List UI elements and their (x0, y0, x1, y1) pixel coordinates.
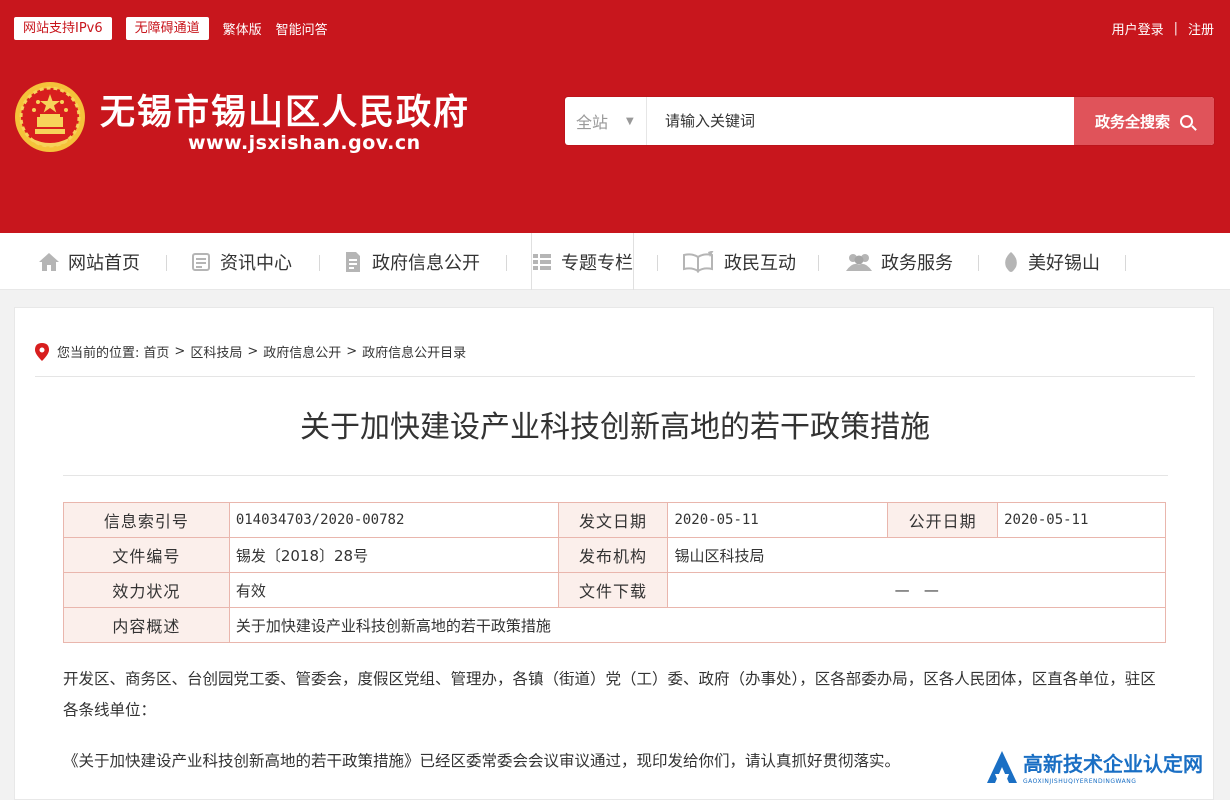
meta-value: 014034703/2020-00782 (228, 502, 559, 538)
meta-label: 文件下载 (557, 572, 669, 608)
news-icon (190, 251, 212, 273)
breadcrumb-arrow: > (174, 344, 186, 359)
nav-divider (1125, 255, 1126, 271)
breadcrumb-catalog[interactable]: 政府信息公开目录 (362, 342, 466, 361)
nav-item-xishan[interactable]: 美好锡山 (1002, 233, 1100, 290)
nav-label: 政民互动 (724, 252, 796, 274)
breadcrumb-divider (35, 376, 1195, 377)
nav-item-interaction[interactable]: 政民互动 (682, 233, 796, 290)
topbar-left: 网站支持IPv6 无障碍通道 繁体版 智能问答 (14, 17, 342, 40)
site-url: www.jsxishan.gov.cn (188, 132, 421, 154)
nav-item-gov-info[interactable]: 政府信息公开 (342, 233, 480, 290)
meta-label: 内容概述 (63, 607, 230, 643)
register-link[interactable]: 注册 (1188, 19, 1214, 38)
nav-label: 政府信息公开 (372, 252, 480, 274)
search-bar: 全站 ▼ 政务全搜索 (565, 97, 1214, 145)
traditional-chinese-link[interactable]: 繁体版 (223, 19, 262, 38)
page-title: 关于加快建设产业科技创新高地的若干政策措施 (300, 410, 930, 445)
breadcrumb-tech-bureau[interactable]: 区科技局 (190, 342, 242, 361)
topbar-right: 用户登录 | 注册 (1112, 19, 1214, 38)
caret-down-icon: ▼ (626, 115, 634, 127)
nav-item-home[interactable]: 网站首页 (38, 233, 140, 290)
breadcrumb-home[interactable]: 首页 (143, 342, 169, 361)
search-button-label: 政务全搜索 (1094, 112, 1170, 131)
home-icon (38, 251, 60, 273)
content-panel: 您当前的位置: 首页 > 区科技局 > 政府信息公开 > 政府信息公开目录 关于… (14, 307, 1214, 800)
nav-item-news[interactable]: 资讯中心 (190, 233, 292, 290)
nav-active-highlight (531, 233, 634, 290)
meta-value: 锡发〔2018〕28号 (228, 537, 559, 573)
meta-value: 锡山区科技局 (667, 537, 1166, 573)
ipv6-badge[interactable]: 网站支持IPv6 (14, 17, 112, 40)
search-button[interactable]: 政务全搜索 (1074, 97, 1214, 145)
table-row: 内容概述 关于加快建设产业科技创新高地的若干政策措施 (63, 607, 1167, 643)
nav-divider (506, 255, 507, 271)
nav-label: 政务服务 (881, 252, 953, 274)
location-pin-icon (35, 342, 49, 361)
watermark-text: 高新技术企业认定网 GAOXINJISHUQIYERENDINGWANG (1023, 748, 1203, 785)
meta-label: 公开日期 (887, 502, 999, 538)
smart-qa-link[interactable]: 智能问答 (276, 19, 328, 38)
meta-value: 有效 (228, 572, 559, 608)
table-row: 效力状况 有效 文件下载 — — (63, 572, 1166, 608)
site-name[interactable]: 无锡市锡山区人民政府 (100, 84, 470, 135)
search-input[interactable] (647, 97, 1074, 145)
breadcrumb: 您当前的位置: 首页 > 区科技局 > 政府信息公开 > 政府信息公开目录 (35, 342, 466, 361)
watermark: 高新技术企业认定网 GAOXINJISHUQIYERENDINGWANG (985, 748, 1203, 785)
interaction-icon (682, 250, 716, 273)
people-icon (845, 251, 873, 273)
meta-label: 文件编号 (63, 537, 230, 573)
nav-divider (978, 255, 979, 271)
meta-value: 2020-05-11 (997, 502, 1166, 538)
nav-divider (657, 255, 658, 271)
nav-item-services[interactable]: 政务服务 (845, 233, 953, 290)
document-meta-table: 信息索引号 014034703/2020-00782 发文日期 2020-05-… (63, 502, 1167, 643)
file-download-link[interactable]: — — (667, 572, 1166, 608)
nav-divider (319, 255, 320, 271)
table-row: 文件编号 锡发〔2018〕28号 发布机构 锡山区科技局 (63, 537, 1166, 573)
topbar-separator: | (1173, 21, 1178, 36)
watermark-logo-icon (987, 750, 1017, 783)
nav-divider (166, 255, 167, 271)
national-emblem-icon (15, 82, 85, 152)
watermark-en: GAOXINJISHUQIYERENDINGWANG (1023, 778, 1137, 785)
body-paragraph: 开发区、商务区、台创园党工委、管委会，度假区党组、管理办，各镇（街道）党（工）委… (63, 670, 1156, 719)
search-icon (1180, 114, 1193, 128)
breadcrumb-gov-info[interactable]: 政府信息公开 (263, 342, 341, 361)
leaf-icon (1002, 251, 1020, 273)
search-scope-label: 全站 (576, 113, 609, 132)
table-row: 信息索引号 014034703/2020-00782 发文日期 2020-05-… (63, 502, 1166, 538)
nav-divider (818, 255, 819, 271)
title-divider (63, 475, 1168, 476)
breadcrumb-arrow: > (346, 344, 358, 359)
nav-label: 网站首页 (68, 252, 140, 274)
breadcrumb-prefix: 您当前的位置: (57, 346, 140, 361)
nav-label: 资讯中心 (220, 252, 292, 274)
meta-label: 信息索引号 (63, 502, 230, 538)
meta-value: 2020-05-11 (667, 502, 889, 538)
meta-value: 关于加快建设产业科技创新高地的若干政策措施 (228, 607, 1167, 643)
login-link[interactable]: 用户登录 (1112, 19, 1164, 38)
search-scope-select[interactable]: 全站 ▼ (565, 97, 647, 145)
meta-label: 发布机构 (557, 537, 669, 573)
nav-label: 美好锡山 (1028, 252, 1100, 274)
meta-label: 发文日期 (557, 502, 669, 538)
document-icon (342, 251, 364, 273)
breadcrumb-arrow: > (247, 344, 259, 359)
meta-label: 效力状况 (63, 572, 230, 608)
site-header: 网站支持IPv6 无障碍通道 繁体版 智能问答 用户登录 | 注册 无锡市锡山区… (0, 0, 1230, 233)
watermark-cn: 高新技术企业认定网 (1023, 752, 1203, 776)
accessible-channel-button[interactable]: 无障碍通道 (125, 17, 209, 40)
